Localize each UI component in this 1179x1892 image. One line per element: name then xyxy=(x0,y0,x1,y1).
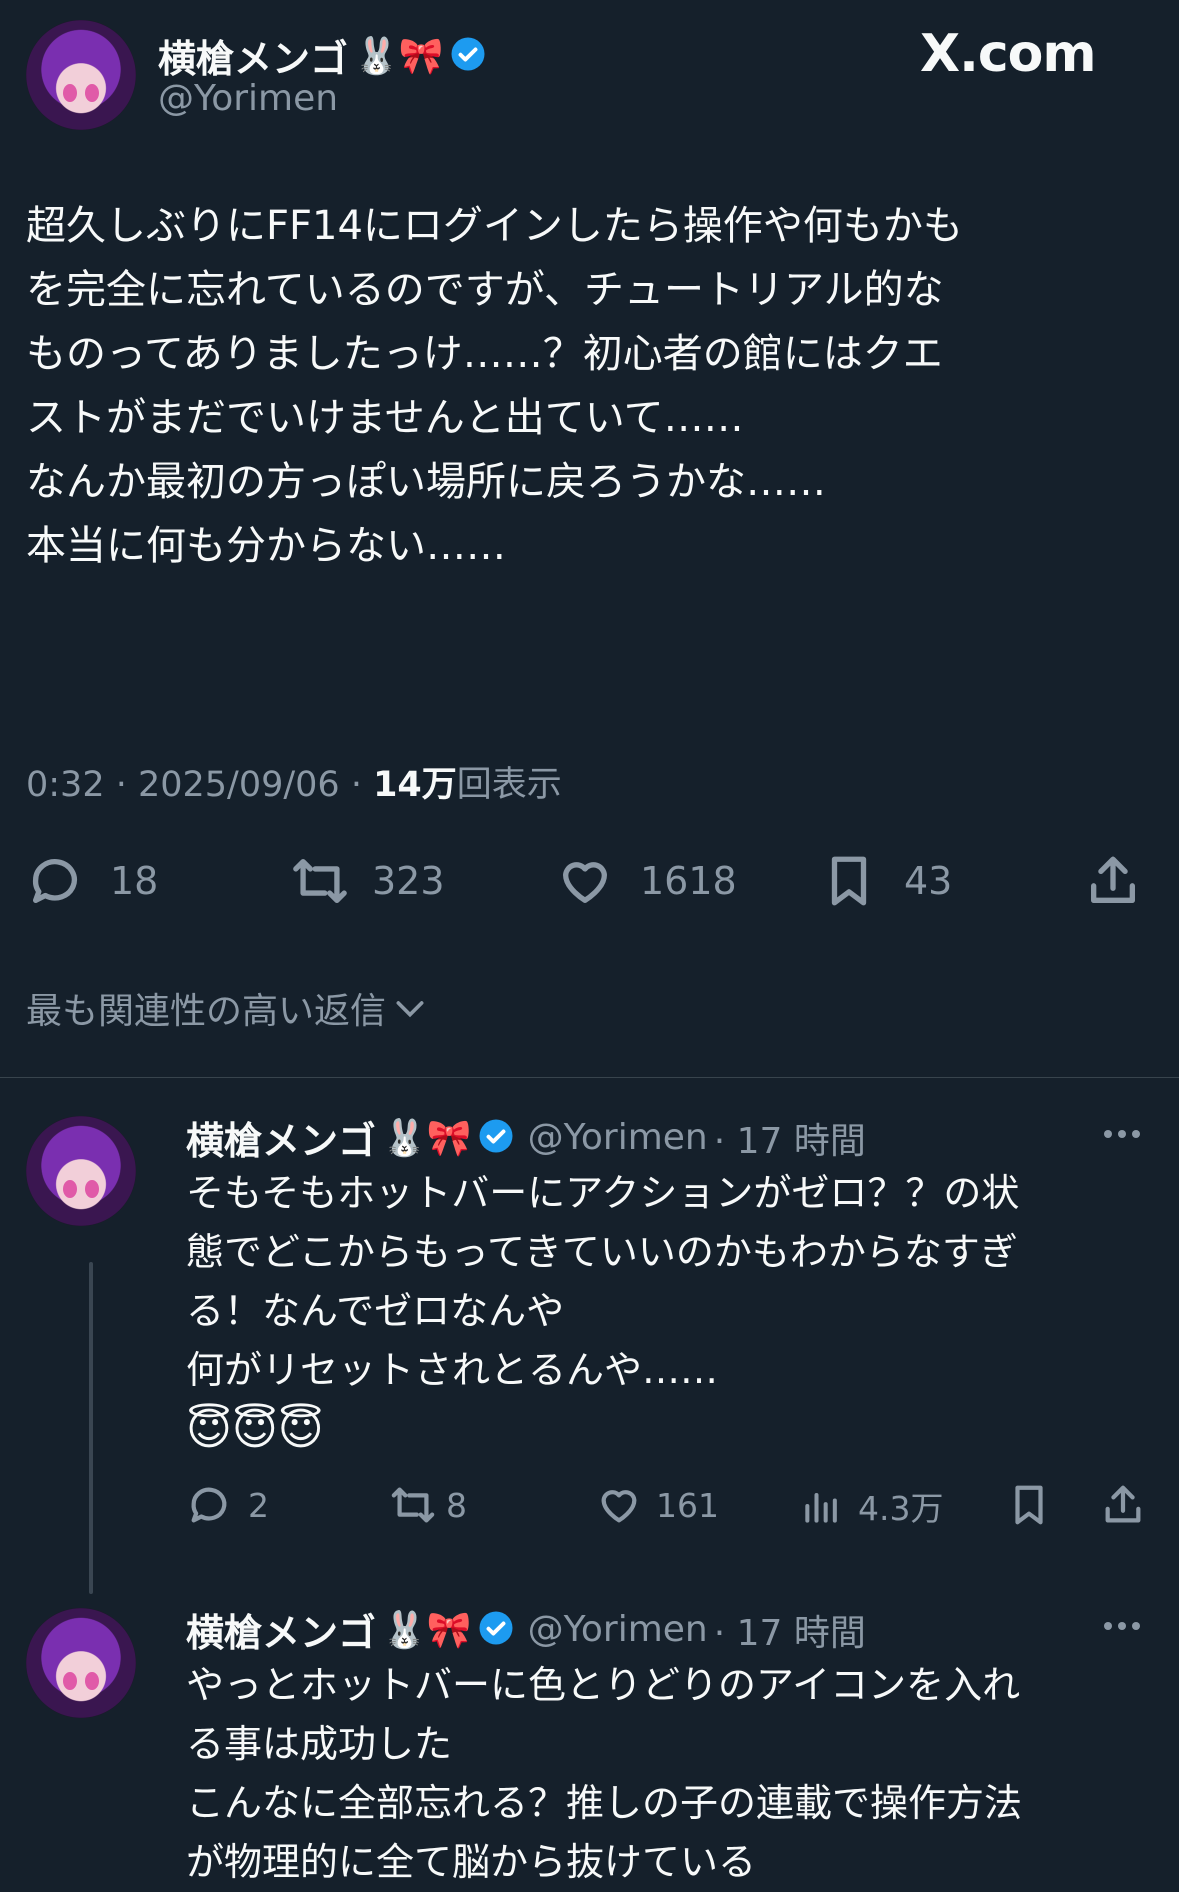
reply-text-line: 何がリセットされとるんや…… xyxy=(186,1348,719,1392)
share-icon xyxy=(1091,856,1135,903)
reply-text-line: そもそもホットバーにアクションがゼロ？？の状 xyxy=(186,1171,1020,1215)
reply-text-line: こんなに全部忘れる？推しの子の連載で操作方法 xyxy=(186,1781,1023,1825)
reply-sort-label: 最も関連性の高い返信 xyxy=(26,991,387,1032)
retweet-icon xyxy=(391,1487,435,1523)
more-options-icon[interactable] xyxy=(1104,1622,1140,1630)
tweet-text-line: ものってありましたっけ……？初心者の館にはクエ xyxy=(26,331,943,377)
reply-avatar[interactable] xyxy=(26,1608,136,1718)
bookmark-button[interactable]: 43 xyxy=(820,852,952,910)
retweet-icon xyxy=(293,859,347,903)
share-button[interactable] xyxy=(1084,852,1142,910)
reply-icon xyxy=(191,1487,227,1523)
tweet-text-line: を完全に忘れているのですが、チュートリアル的な xyxy=(26,267,944,313)
retweet-count: 323 xyxy=(372,859,445,903)
analytics-icon xyxy=(805,1492,837,1523)
more-options-icon[interactable] xyxy=(1104,1130,1140,1138)
like-count: 1618 xyxy=(640,859,737,903)
reply-like-button[interactable]: 161 xyxy=(596,1482,719,1528)
heart-icon xyxy=(601,1490,637,1523)
reply-text-line: 態でどこからもってきていいのかもわからなすぎ xyxy=(186,1230,1018,1274)
reply-text-line: が物理的に全て脳から抜けている xyxy=(186,1840,757,1884)
verified-badge-icon xyxy=(478,1610,514,1650)
reply-display-name[interactable]: 横槍メンゴ xyxy=(186,1602,376,1657)
view-count: 4.3万 xyxy=(858,1489,944,1528)
bookmark-icon xyxy=(831,856,867,906)
reply-reply-button[interactable]: 2 xyxy=(186,1482,269,1528)
chevron-down-icon xyxy=(396,1001,424,1018)
author-display-name: 横槍メンゴ xyxy=(158,37,349,81)
reply-text: やっとホットバーに色とりどりのアイコンを入れ る事は成功した こんなに全部忘れる… xyxy=(186,1656,1166,1892)
reply-icon xyxy=(32,859,77,903)
thread-connector-line xyxy=(89,1262,93,1594)
reply-age[interactable]: · 17 時間 xyxy=(714,1604,866,1656)
bookmark-count: 43 xyxy=(904,859,953,903)
tweet-timestamp[interactable]: 0:32 · 2025/09/06 · xyxy=(26,765,373,805)
share-icon xyxy=(1105,1485,1141,1523)
author-name-row[interactable]: 横槍メンゴ 🐰🎀 xyxy=(158,28,486,83)
author-handle[interactable]: @Yorimen xyxy=(158,78,338,119)
reply-button[interactable]: 18 xyxy=(26,852,158,910)
divider xyxy=(0,1077,1179,1078)
reply-sort-selector[interactable]: 最も関連性の高い返信 xyxy=(26,982,430,1034)
name-emoji: 🐰🎀 xyxy=(382,1117,472,1159)
reply-text-line: やっとホットバーに色とりどりのアイコンを入れ xyxy=(186,1663,1021,1707)
tweet-meta: 0:32 · 2025/09/06 · 14万回表示 xyxy=(26,756,562,807)
reply-header: 横槍メンゴ 🐰🎀 @Yorimen · 17 時間 xyxy=(186,1110,866,1165)
reply-handle[interactable]: @Yorimen xyxy=(528,1117,708,1158)
heart-icon xyxy=(563,862,607,903)
reply-count: 18 xyxy=(110,859,159,903)
reply-avatar[interactable] xyxy=(26,1116,136,1226)
tweet-text-line: 本当に何も分からない…… xyxy=(26,523,506,569)
reply-header: 横槍メンゴ 🐰🎀 @Yorimen · 17 時間 xyxy=(186,1602,866,1657)
reply-share-button[interactable] xyxy=(1100,1482,1146,1528)
reply-display-name[interactable]: 横槍メンゴ xyxy=(186,1110,376,1165)
retweet-count: 8 xyxy=(446,1485,467,1525)
reply-text-line: 😇😇😇 xyxy=(186,1404,324,1455)
like-count: 161 xyxy=(656,1485,719,1525)
view-label: 回表示 xyxy=(456,765,562,805)
reply-text: そもそもホットバーにアクションがゼロ？？の状 態でどこからもってきていいのかもわ… xyxy=(186,1164,1166,1459)
reply-text-line: る事は成功した xyxy=(186,1722,453,1766)
tweet-text-line: 超久しぶりにFF14にログインしたら操作や何もかも xyxy=(26,203,963,249)
tweet-text: 超久しぶりにFF14にログインしたら操作や何もかも を完全に忘れているのですが、… xyxy=(26,194,1156,578)
reply-count: 2 xyxy=(248,1485,269,1525)
verified-badge-icon xyxy=(450,36,486,76)
reply-age[interactable]: · 17 時間 xyxy=(714,1112,866,1164)
name-emoji: 🐰🎀 xyxy=(354,35,444,77)
reply-retweet-button[interactable]: 8 xyxy=(388,1482,467,1528)
verified-badge-icon xyxy=(478,1118,514,1158)
bookmark-icon xyxy=(1015,1485,1043,1525)
author-avatar[interactable] xyxy=(26,20,136,130)
like-button[interactable]: 1618 xyxy=(556,852,737,910)
retweet-button[interactable]: 323 xyxy=(288,852,445,910)
reply-text-line: る！なんでゼロなんや xyxy=(186,1289,565,1333)
view-count: 14万 xyxy=(373,765,457,805)
x-logo: X.com xyxy=(920,24,1097,84)
name-emoji: 🐰🎀 xyxy=(382,1609,472,1651)
reply-handle[interactable]: @Yorimen xyxy=(528,1609,708,1650)
reply-bookmark-button[interactable] xyxy=(1006,1482,1052,1528)
reply-views-button[interactable]: 4.3万 xyxy=(800,1482,943,1530)
tweet-text-line: ストがまだでいけませんと出ていて…… xyxy=(26,395,744,441)
tweet-text-line: なんか最初の方っぽい場所に戻ろうかな…… xyxy=(26,459,826,505)
